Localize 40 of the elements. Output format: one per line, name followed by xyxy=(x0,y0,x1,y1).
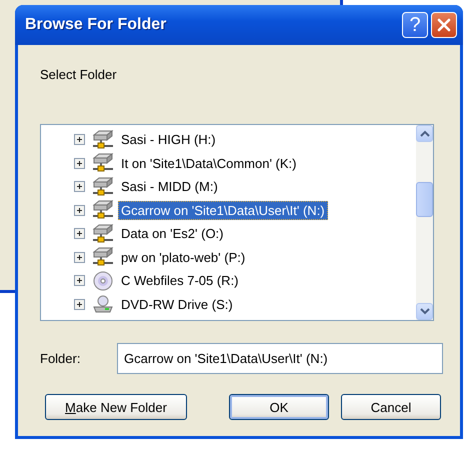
window-title: Browse For Folder xyxy=(25,16,166,34)
make-new-folder-button[interactable]: Make New Folder xyxy=(45,394,187,420)
folder-field[interactable]: Gcarrow on 'Site1\Data\User\It' (N:) xyxy=(117,343,443,374)
expand-icon[interactable] xyxy=(74,158,85,169)
tree-item[interactable]: Sasi - MIDD (M:) xyxy=(118,177,221,196)
network-drive-icon xyxy=(92,224,114,244)
scrollbar[interactable] xyxy=(416,125,433,320)
scroll-down-button[interactable] xyxy=(416,303,433,320)
expand-icon[interactable] xyxy=(74,275,85,286)
expand-icon[interactable] xyxy=(74,134,85,146)
chevron-up-icon xyxy=(420,130,430,137)
tree-item[interactable]: Data on 'Es2' (O:) xyxy=(118,224,227,244)
expand-icon[interactable] xyxy=(74,252,85,263)
tree-item[interactable]: Sasi - HIGH (H:) xyxy=(118,130,219,150)
tree-item[interactable]: Gcarrow on 'Site1\Data\User\It' (N:) xyxy=(118,200,328,220)
network-drive-icon xyxy=(92,176,114,197)
folder-label: Folder: xyxy=(40,351,82,366)
instruction-text: Select Folder xyxy=(40,67,117,82)
tree-item[interactable]: It on 'Site1\Data\Common' (K:) xyxy=(118,154,300,173)
network-drive-icon xyxy=(92,200,114,220)
expand-icon[interactable] xyxy=(74,228,85,240)
close-icon xyxy=(437,18,451,32)
tree-item[interactable]: C Webfiles 7-05 (R:) xyxy=(118,271,242,290)
tree-item[interactable]: pw on 'plato-web' (P:) xyxy=(118,248,248,267)
ok-button[interactable]: OK xyxy=(229,394,329,420)
tree-item[interactable]: DVD-RW Drive (S:) xyxy=(118,294,236,314)
cancel-button[interactable]: Cancel xyxy=(341,394,441,420)
expand-icon[interactable] xyxy=(74,204,85,216)
network-drive-icon xyxy=(92,153,114,174)
chevron-down-icon xyxy=(420,308,430,315)
close-button[interactable] xyxy=(431,12,457,38)
scroll-thumb[interactable] xyxy=(416,182,433,217)
help-button[interactable]: ? xyxy=(402,12,428,38)
cd-icon xyxy=(92,270,114,291)
expand-icon[interactable] xyxy=(74,298,85,310)
expand-icon[interactable] xyxy=(74,181,85,192)
scroll-up-button[interactable] xyxy=(416,125,433,142)
network-drive-icon xyxy=(92,247,114,268)
dvd-drive-icon xyxy=(92,294,114,314)
network-drive-icon xyxy=(92,130,114,150)
